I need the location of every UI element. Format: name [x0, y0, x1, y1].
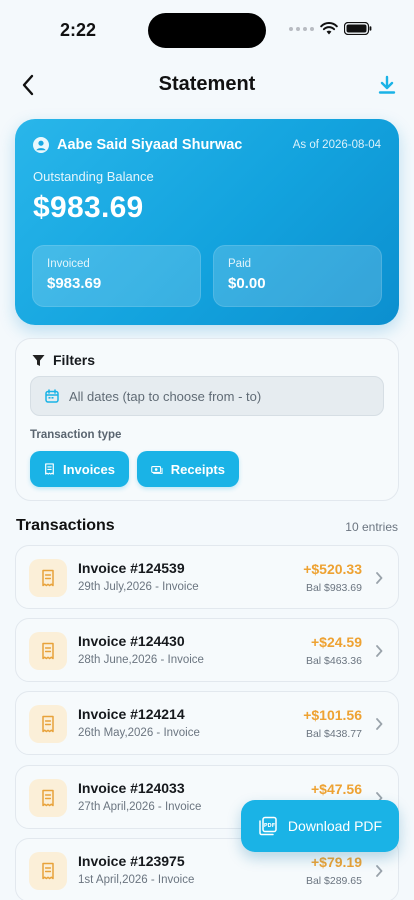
date-range-picker[interactable]: All dates (tap to choose from - to) — [30, 376, 384, 416]
transaction-balance: Bal $289.65 — [305, 875, 362, 887]
balance-card: Aabe Said Siyaad Shurwac As of 2026-08-0… — [15, 119, 399, 325]
filters-header: Filters — [32, 352, 95, 368]
filters-card: Filters All dates (tap to choose from - … — [15, 338, 399, 501]
transaction-subtitle: 26th May,2026 - Invoice — [78, 727, 200, 739]
calendar-icon — [45, 389, 59, 403]
transaction-subtitle: 29th July,2026 - Invoice — [78, 581, 199, 593]
invoiced-summary: Invoiced $983.69 — [32, 245, 201, 307]
invoice-icon — [42, 789, 54, 807]
transaction-title: Invoice #124430 — [78, 633, 185, 649]
filter-chip-receipts[interactable]: Receipts — [137, 451, 239, 487]
invoice-icon — [42, 642, 54, 660]
status-indicators — [289, 22, 372, 35]
chevron-right-icon — [376, 718, 383, 730]
transaction-amount: +$24.59 — [311, 634, 362, 650]
invoice-icon-tile — [29, 779, 67, 817]
invoice-icon — [45, 463, 54, 475]
transactions-count: 10 entries — [345, 520, 398, 534]
transaction-balance: Bal $983.69 — [305, 582, 362, 594]
transaction-title: Invoice #124214 — [78, 706, 185, 722]
wifi-icon — [320, 22, 338, 35]
filter-chip-receipts-label: Receipts — [170, 461, 225, 477]
customer-name: Aabe Said Siyaad Shurwac — [57, 137, 243, 153]
transaction-row[interactable]: Invoice #124539 29th July,2026 - Invoice… — [15, 545, 399, 609]
transaction-amount: +$79.19 — [311, 854, 362, 870]
download-button[interactable] — [374, 72, 400, 98]
pdf-icon: PDF — [259, 816, 277, 836]
invoiced-amount: $983.69 — [47, 275, 102, 292]
invoice-icon — [42, 862, 54, 880]
chevron-right-icon — [376, 572, 383, 584]
transaction-subtitle: 27th April,2026 - Invoice — [78, 801, 202, 813]
invoice-icon-tile — [29, 559, 67, 597]
header: Statement — [0, 62, 414, 108]
download-pdf-button[interactable]: PDF Download PDF — [241, 800, 399, 852]
transaction-amount: +$47.56 — [311, 781, 362, 797]
customer-row: Aabe Said Siyaad Shurwac — [33, 137, 242, 153]
invoice-icon — [42, 569, 54, 587]
transaction-subtitle: 28th June,2026 - Invoice — [78, 654, 204, 666]
transaction-balance: Bal $463.36 — [305, 655, 362, 667]
transaction-title: Invoice #124033 — [78, 780, 185, 796]
chevron-right-icon — [376, 645, 383, 657]
paid-label: Paid — [228, 258, 252, 270]
transaction-amount: +$101.56 — [303, 707, 362, 723]
outstanding-balance-amount: $983.69 — [33, 191, 144, 224]
invoice-icon — [42, 715, 54, 733]
chevron-right-icon — [376, 865, 383, 877]
receipt-cash-icon — [151, 465, 163, 474]
transaction-title: Invoice #124539 — [78, 560, 185, 576]
date-range-placeholder: All dates (tap to choose from - to) — [69, 388, 262, 404]
transaction-balance: Bal $438.77 — [305, 728, 362, 740]
invoice-icon-tile — [29, 852, 67, 890]
transaction-row[interactable]: Invoice #124214 26th May,2026 - Invoice … — [15, 691, 399, 755]
filter-icon — [32, 354, 45, 366]
outstanding-balance-label: Outstanding Balance — [33, 169, 154, 184]
transaction-row[interactable]: Invoice #124430 28th June,2026 - Invoice… — [15, 618, 399, 682]
status-time: 2:22 — [60, 20, 97, 40]
download-icon — [378, 75, 396, 94]
paid-summary: Paid $0.00 — [213, 245, 382, 307]
filter-chip-invoices-label: Invoices — [62, 461, 115, 477]
transaction-subtitle: 1st April,2026 - Invoice — [78, 874, 195, 886]
filters-title: Filters — [53, 352, 96, 368]
cellular-signal-icon — [289, 26, 314, 31]
battery-icon — [344, 22, 372, 35]
transaction-title: Invoice #123975 — [78, 853, 185, 869]
download-pdf-label: Download PDF — [287, 818, 383, 834]
svg-text:PDF: PDF — [264, 823, 275, 829]
filter-chip-invoices[interactable]: Invoices — [30, 451, 129, 487]
transaction-type-label: Transaction type — [30, 429, 122, 441]
status-bar: 2:22 — [0, 0, 414, 60]
dynamic-island — [148, 13, 266, 48]
page-title: Statement — [158, 73, 256, 95]
invoiced-label: Invoiced — [47, 258, 90, 270]
as-of-date: As of 2026-08-04 — [292, 139, 381, 151]
transactions-heading: Transactions — [16, 517, 115, 534]
transaction-amount: +$520.33 — [303, 561, 362, 577]
user-avatar-icon — [33, 137, 49, 153]
invoice-icon-tile — [29, 632, 67, 670]
paid-amount: $0.00 — [228, 275, 266, 292]
invoice-icon-tile — [29, 705, 67, 743]
